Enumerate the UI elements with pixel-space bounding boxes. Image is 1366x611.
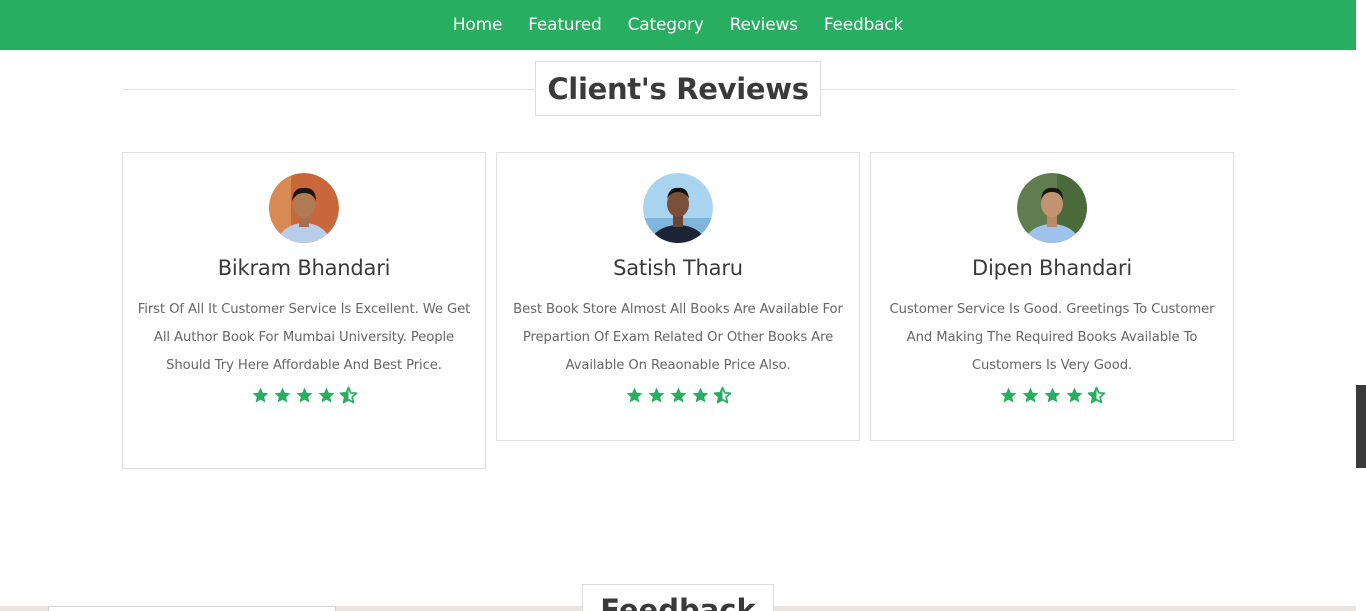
nav-link-category[interactable]: Category (628, 15, 704, 35)
star-full-icon (274, 387, 290, 403)
client-avatar (1017, 173, 1087, 243)
star-half-icon (713, 386, 731, 404)
star-full-icon (626, 387, 642, 403)
scrollbar-thumb[interactable] (1356, 385, 1366, 468)
reviews-heading: Client's Reviews (535, 61, 821, 116)
client-name: Bikram Bhandari (217, 256, 391, 280)
nav-link-home[interactable]: Home (453, 15, 503, 35)
star-full-icon (1022, 387, 1038, 403)
reviews-heading-wrap: Client's Reviews (122, 61, 1235, 117)
review-text: Customer Service Is Good. Greetings To C… (889, 302, 1215, 373)
star-full-icon (296, 387, 312, 403)
review-card: Bikram Bhandari First Of All It Customer… (122, 152, 486, 469)
star-full-icon (692, 387, 708, 403)
review-text: Best Book Store Almost All Books Are Ava… (513, 302, 843, 373)
feedback-heading: Feedback (582, 584, 774, 611)
star-rating (511, 386, 845, 405)
client-avatar (269, 173, 339, 243)
client-name: Satish Tharu (613, 256, 743, 280)
star-full-icon (670, 387, 686, 403)
star-full-icon (1000, 387, 1016, 403)
review-card: Satish Tharu Best Book Store Almost All … (496, 152, 860, 441)
star-full-icon (1066, 387, 1082, 403)
star-full-icon (252, 387, 268, 403)
nav-link-feedback[interactable]: Feedback (824, 15, 904, 35)
client-name: Dipen Bhandari (971, 256, 1132, 280)
client-avatar (643, 173, 713, 243)
star-rating (137, 386, 471, 405)
nav-link-featured[interactable]: Featured (528, 15, 602, 35)
main-navbar: Home Featured Category Reviews Feedback (0, 0, 1356, 50)
review-text: First Of All It Customer Service Is Exce… (137, 302, 471, 373)
star-full-icon (1044, 387, 1060, 403)
star-half-icon (1087, 386, 1105, 404)
star-full-icon (648, 387, 664, 403)
nav-link-reviews[interactable]: Reviews (730, 15, 798, 35)
star-full-icon (318, 387, 334, 403)
star-rating (885, 386, 1219, 405)
star-half-icon (339, 386, 357, 404)
feedback-input-top[interactable] (48, 606, 336, 611)
review-card: Dipen Bhandari Customer Service Is Good.… (870, 152, 1234, 441)
